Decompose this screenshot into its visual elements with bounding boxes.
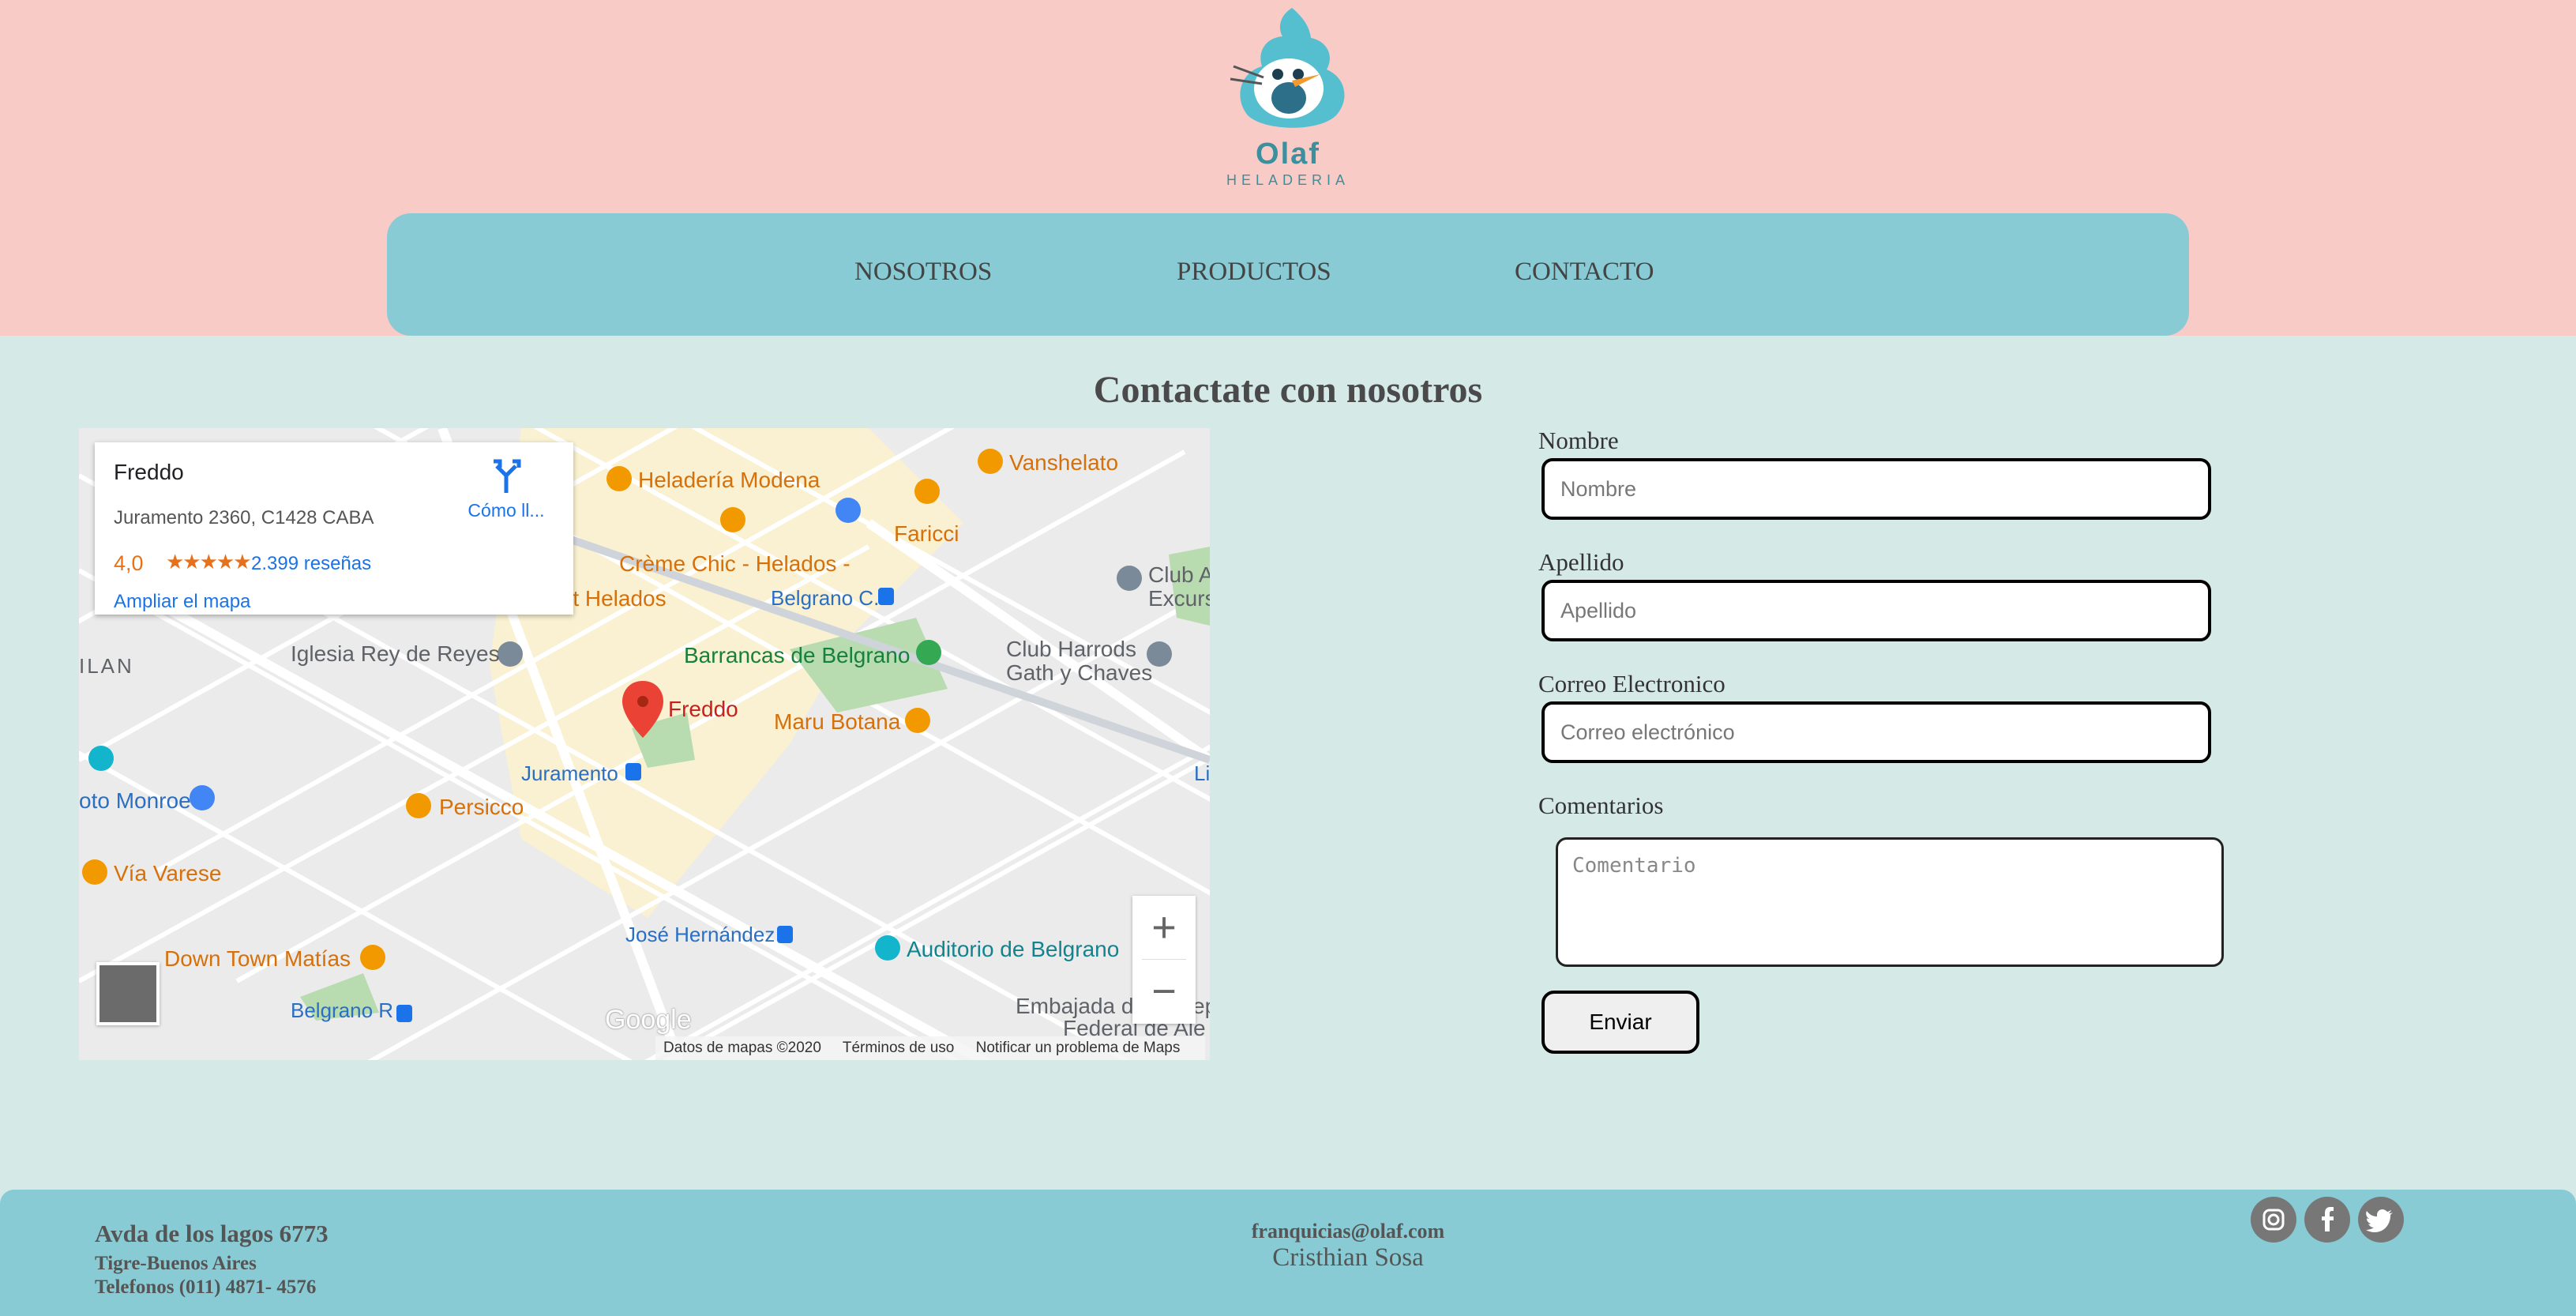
map-label: Auditorio de Belgrano xyxy=(907,937,1120,961)
directions-label: Cómo ll... xyxy=(468,500,545,521)
place-info-card: Freddo Juramento 2360, C1428 CABA 4,0 ★★… xyxy=(95,442,573,615)
map-label: Crème Chic - Helados - xyxy=(619,551,851,576)
freddo-pin-icon xyxy=(622,681,663,738)
olaf-logo[interactable]: Olaf HELADERIA xyxy=(1216,5,1360,194)
terms-link[interactable]: Términos de uso xyxy=(843,1040,955,1056)
zoom-in-button[interactable]: + xyxy=(1132,896,1196,960)
place-name: Freddo xyxy=(114,460,184,484)
instagram-icon[interactable] xyxy=(2251,1197,2296,1243)
footer: Avda de los lagos 6773 Tigre-Buenos Aire… xyxy=(0,1190,2576,1316)
nombre-input[interactable]: Nombre xyxy=(1541,458,2211,520)
map-label: Gath y Chaves xyxy=(1006,660,1153,685)
expand-map-link[interactable]: Ampliar el mapa xyxy=(114,591,250,613)
submit-button[interactable]: Enviar xyxy=(1541,991,1699,1054)
map-label: Club A xyxy=(1148,562,1210,587)
apellido-label: Apellido xyxy=(1538,548,1624,576)
map-label: Freddo xyxy=(668,697,738,721)
map-data-credit: Datos de mapas ©2020 xyxy=(663,1040,821,1056)
nav-productos[interactable]: PRODUCTOS xyxy=(1177,258,1331,287)
map-label: Belgrano R xyxy=(291,998,394,1022)
twitter-icon[interactable] xyxy=(2358,1197,2404,1243)
map-label: Vanshelato xyxy=(1009,450,1119,475)
map-attribution: Datos de mapas ©2020 Términos de uso Not… xyxy=(655,1036,1206,1060)
header: Olaf HELADERIA NOSOTROS PRODUCTOS CONTAC… xyxy=(0,0,2576,336)
zoom-control: + − xyxy=(1132,896,1196,1024)
google-logo: Google xyxy=(605,1005,692,1035)
google-map[interactable]: Heladería Modena Vanshelato Faricci Crèm… xyxy=(79,428,1210,1060)
map-label: Club Harrods xyxy=(1006,637,1136,661)
olaf-mascot-icon xyxy=(1230,8,1345,128)
nav-nosotros[interactable]: NOSOTROS xyxy=(854,258,992,287)
reviews-link[interactable]: 2.399 reseñas xyxy=(251,553,371,575)
map-label: rt Helados xyxy=(565,586,667,611)
comment-textarea[interactable]: Comentario xyxy=(1556,837,2224,967)
main-nav: NOSOTROS PRODUCTOS CONTACTO xyxy=(387,213,2189,336)
zoom-out-button[interactable]: − xyxy=(1132,960,1196,1024)
facebook-icon[interactable] xyxy=(2304,1197,2350,1243)
nav-contacto[interactable]: CONTACTO xyxy=(1515,258,1654,287)
map-label: Vía Varese xyxy=(114,861,222,885)
correo-label: Correo Electronico xyxy=(1538,670,1725,697)
map-label: Excurs xyxy=(1148,586,1210,611)
brand-tagline: HELADERIA xyxy=(1226,172,1350,188)
map-label: Belgrano C. xyxy=(771,586,880,610)
map-label: oto Monroe xyxy=(79,788,191,813)
apellido-input[interactable]: Apellido xyxy=(1541,580,2211,641)
satellite-toggle[interactable] xyxy=(96,962,160,1025)
map-label: Li xyxy=(1194,761,1210,785)
comentarios-label: Comentarios xyxy=(1538,791,1664,819)
map-label: Down Town Matías xyxy=(164,946,351,971)
directions-icon xyxy=(494,459,521,493)
place-rating: 4,0 xyxy=(114,551,144,575)
page-title: Contactate con nosotros xyxy=(1093,369,1483,411)
map-label: Barrancas de Belgrano xyxy=(684,643,911,667)
rating-stars: ★★★★★ xyxy=(166,550,252,573)
report-problem-link[interactable]: Notificar un problema de Maps xyxy=(976,1040,1181,1056)
map-label: ILAN xyxy=(79,654,134,678)
restaurant-pin-icon xyxy=(606,466,632,491)
footer-phone: Telefonos (011) 4871- 4576 xyxy=(95,1277,317,1298)
nombre-label: Nombre xyxy=(1538,427,1619,454)
place-address: Juramento 2360, C1428 CABA xyxy=(114,507,374,528)
map-label: Iglesia Rey de Reyes xyxy=(291,641,500,666)
map-label: Maru Botana xyxy=(774,709,901,734)
email-input[interactable]: Correo electrónico xyxy=(1541,701,2211,763)
directions-button[interactable]: Cómo ll... xyxy=(455,458,558,521)
map-label: Faricci xyxy=(894,521,959,546)
footer-author: Cristhian Sosa xyxy=(1272,1243,1424,1272)
map-label: Heladería Modena xyxy=(638,468,820,492)
map-label: José Hernández xyxy=(625,923,775,946)
brand-name: Olaf xyxy=(1256,137,1320,171)
footer-email: franquicias@olaf.com xyxy=(1251,1220,1445,1243)
map-label: Juramento xyxy=(521,761,618,785)
map-label: Persicco xyxy=(439,795,524,819)
